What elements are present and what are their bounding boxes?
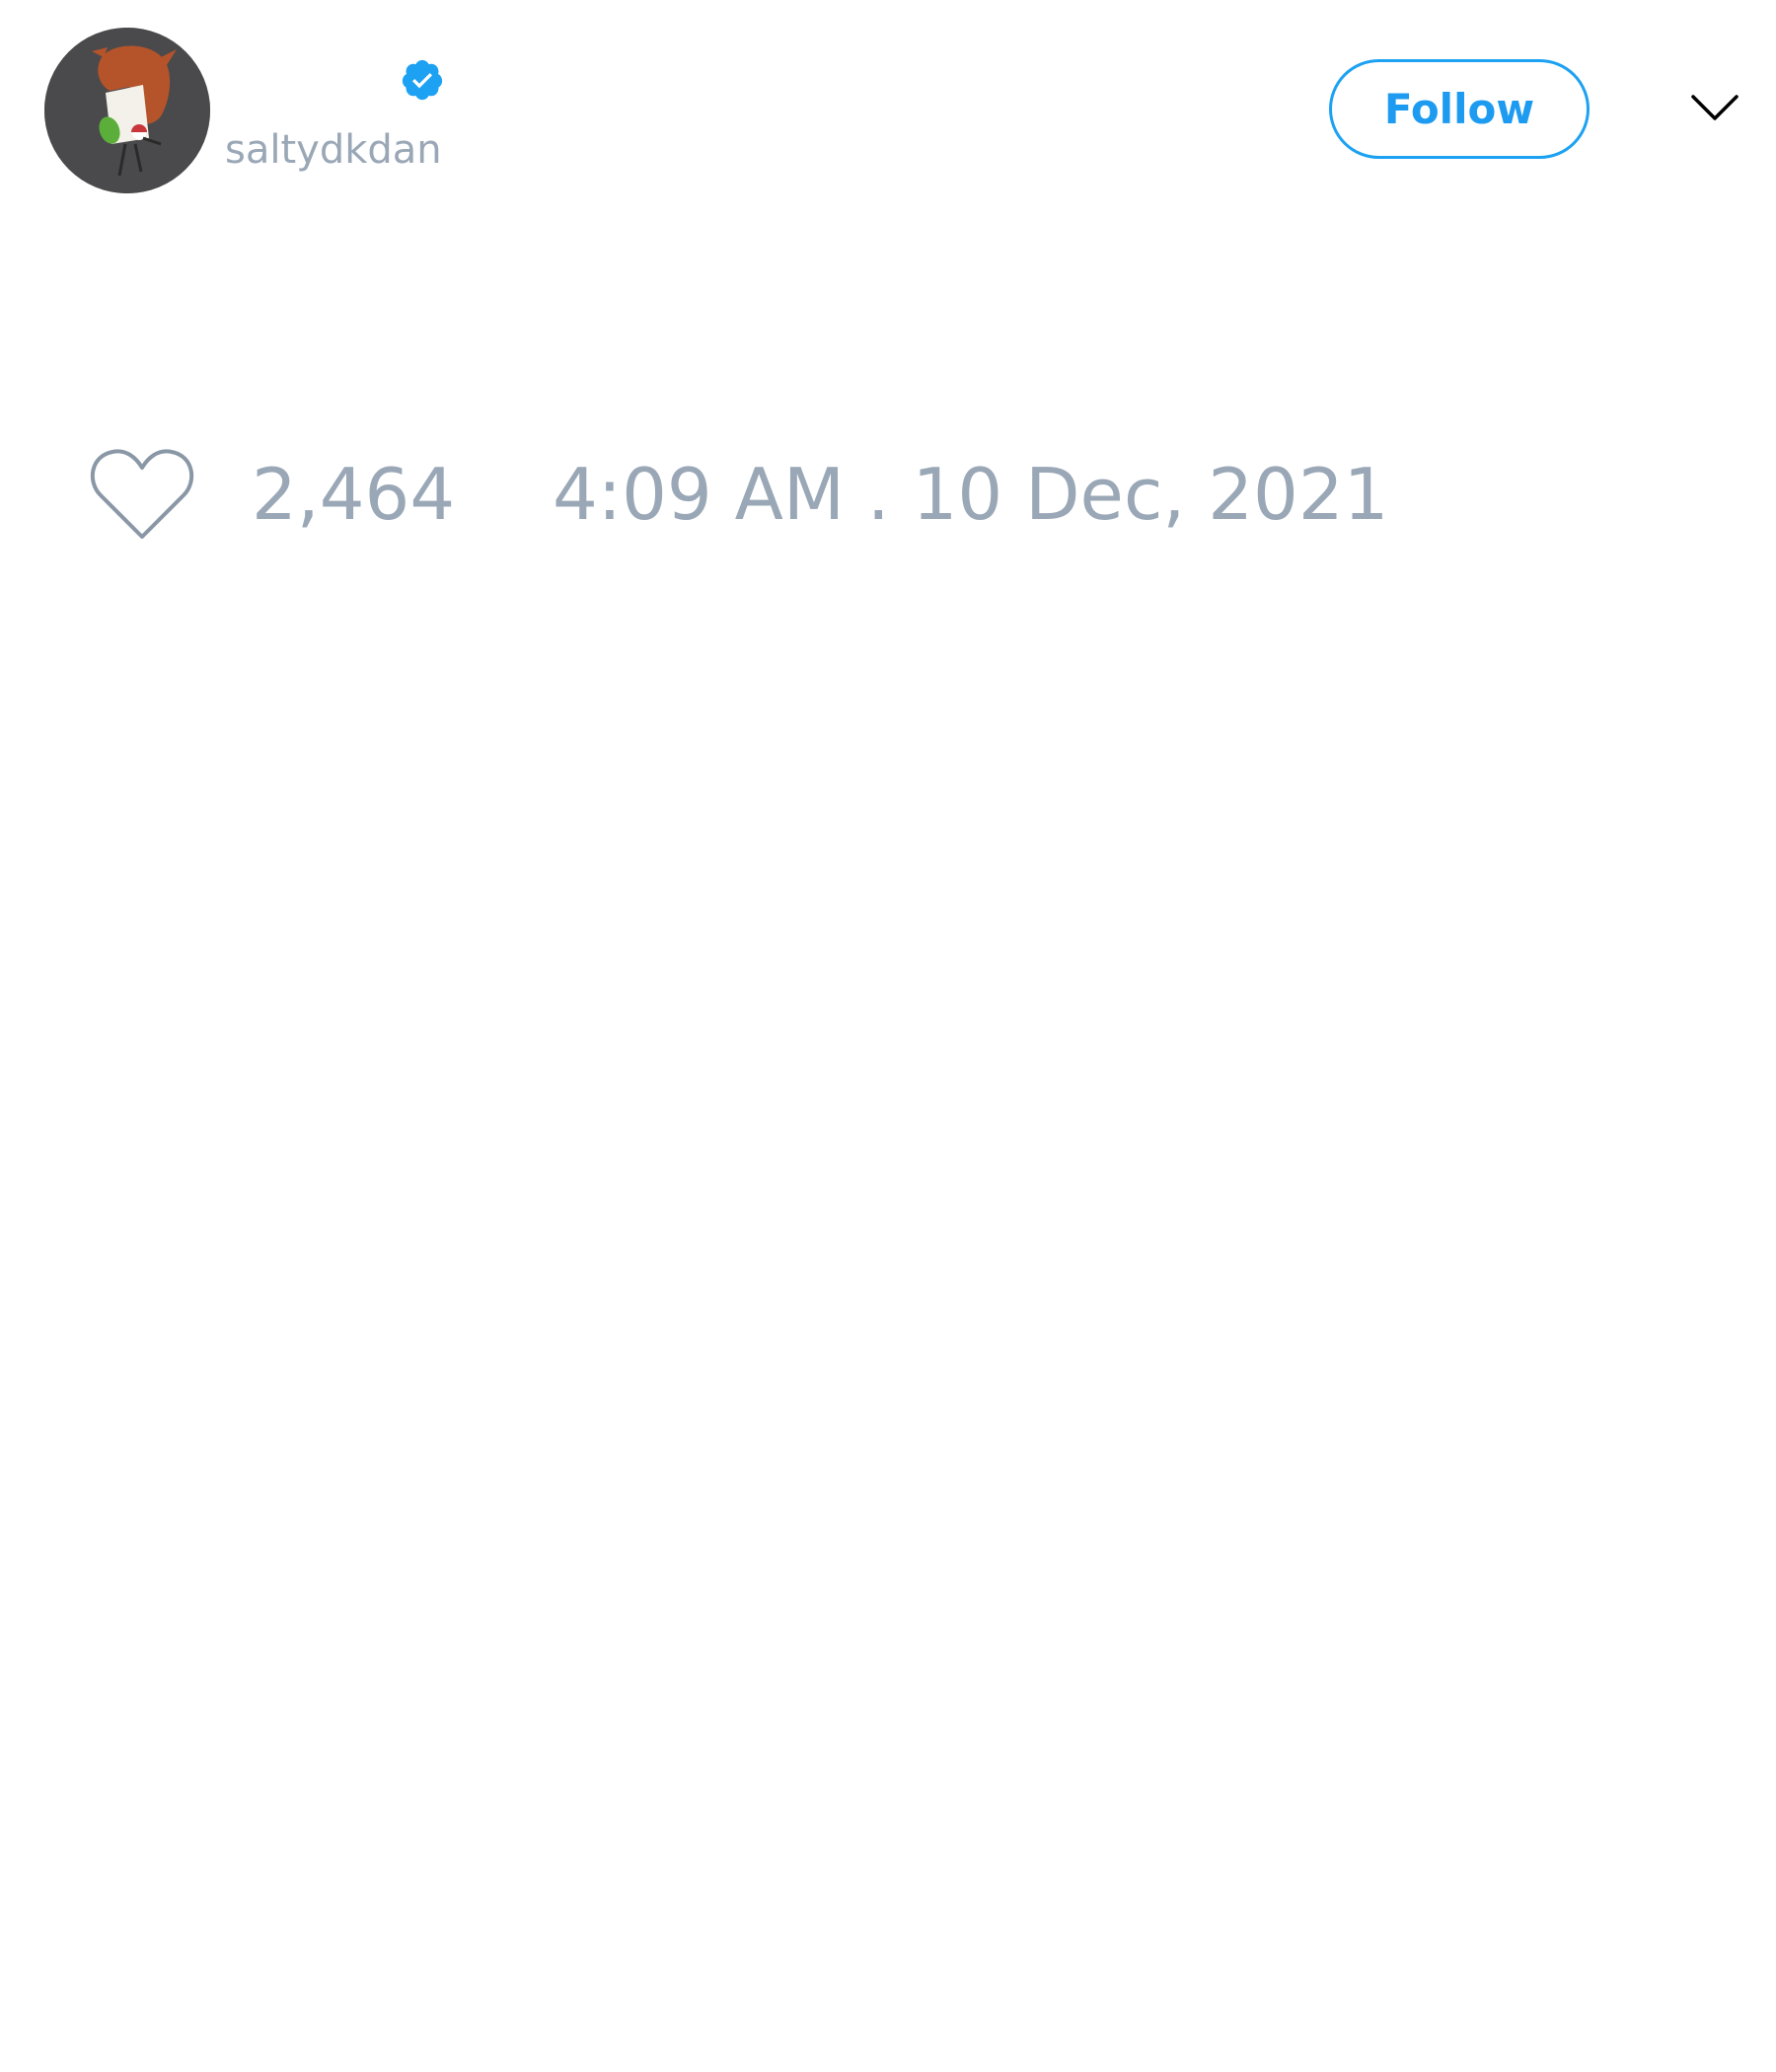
follow-button[interactable]: Follow (1329, 59, 1590, 159)
chevron-down-icon[interactable] (1690, 91, 1739, 126)
tweet-card: saltydkdan Follow 2,464 4:09 AM . 10 Dec… (0, 0, 1776, 2072)
tweet-timestamp[interactable]: 4:09 AM . 10 Dec, 2021 (553, 452, 1388, 537)
avatar-image (44, 28, 210, 193)
verified-badge-icon (402, 59, 443, 101)
author-handle[interactable]: saltydkdan (225, 126, 442, 174)
heart-icon[interactable] (89, 446, 195, 541)
like-count: 2,464 (252, 453, 456, 536)
avatar[interactable] (44, 28, 210, 193)
